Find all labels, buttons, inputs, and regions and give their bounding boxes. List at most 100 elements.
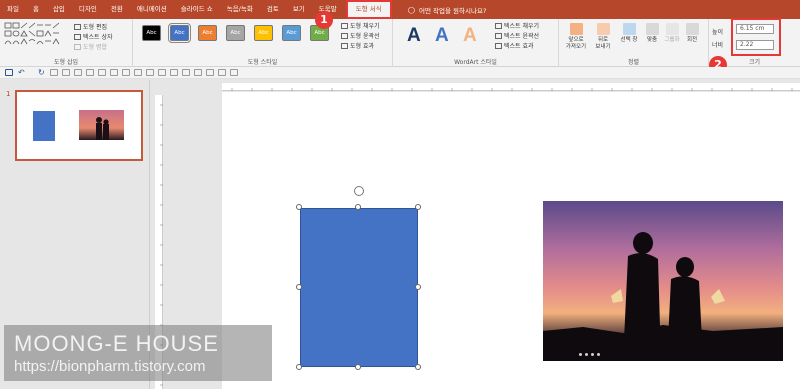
merge-shapes-icon xyxy=(74,43,81,50)
save-icon[interactable] xyxy=(5,69,13,76)
selection-pane-button[interactable]: 선택 창 xyxy=(617,23,641,44)
shape-style-preset-black[interactable]: Abc xyxy=(142,25,161,41)
tab-shape-format[interactable]: 도형 서식 xyxy=(345,0,392,19)
shape-fill-button[interactable]: 도형 채우기 xyxy=(341,21,380,30)
resize-handle-top[interactable] xyxy=(355,204,361,210)
shape-style-preset-orange[interactable]: Abc xyxy=(198,25,217,41)
group-label-shape-styles: 도형 스타일 xyxy=(247,59,278,66)
qat-icon-15[interactable] xyxy=(182,69,190,76)
qat-icon-16[interactable] xyxy=(194,69,202,76)
text-outline-button[interactable]: 텍스트 윤곽선 xyxy=(495,31,539,40)
start-slideshow-icon[interactable] xyxy=(50,69,58,76)
tab-transitions[interactable]: 전환 xyxy=(104,0,130,19)
group-arrange: 앞으로 가져오기 뒤로 보내기 선택 창 맞춤 그룹화 회전 정렬 xyxy=(559,19,709,67)
height-label: 높이 xyxy=(712,29,724,36)
group-label-arrange: 정렬 xyxy=(627,59,640,66)
resize-handle-bottom[interactable] xyxy=(355,364,361,370)
edit-shape-icon xyxy=(74,23,81,30)
edit-shape-button[interactable]: 도형 편집 xyxy=(74,22,107,31)
qat-icon-8[interactable] xyxy=(98,69,106,76)
resize-handle-bottom-right[interactable] xyxy=(415,364,421,370)
shape-style-preset-blue[interactable]: Abc xyxy=(168,23,191,43)
step-badge-1: 1 xyxy=(315,11,333,29)
group-label-wordart: WordArt 스타일 xyxy=(454,59,497,66)
bring-forward-button[interactable]: 앞으로 가져오기 xyxy=(563,23,589,51)
shape-outline-button[interactable]: 도형 윤곽선 xyxy=(341,31,380,40)
watermark: MOONG-E HOUSE https://bionpharm.tistory.… xyxy=(4,325,272,381)
shape-style-preset-gold[interactable]: Abc xyxy=(254,25,273,41)
effects-icon xyxy=(341,42,348,49)
text-fill-button[interactable]: 텍스트 채우기 xyxy=(495,21,539,30)
slide-thumbnail-1[interactable] xyxy=(15,90,143,161)
group-icon xyxy=(665,23,679,35)
ribbon-tab-bar: 파일 홈 삽입 디자인 전환 애니메이션 슬라이드 쇼 녹음/녹화 검토 보기 … xyxy=(0,0,800,19)
tab-slideshow[interactable]: 슬라이드 쇼 xyxy=(174,0,220,19)
group-insert-shapes: 도형 편집 텍스트 상자 도형 병합 도형 삽입 xyxy=(0,19,133,67)
tab-recording[interactable]: 녹음/녹화 xyxy=(220,0,260,19)
merge-shapes-button[interactable]: 도형 병합 xyxy=(74,42,107,51)
group-wordart: A A A 텍스트 채우기 텍스트 윤곽선 텍스트 효과 WordArt 스타일 xyxy=(393,19,559,67)
qat-icon-12[interactable] xyxy=(146,69,154,76)
sunset-couple-photo[interactable] xyxy=(543,201,783,361)
blue-rectangle-shape[interactable] xyxy=(300,208,418,367)
resize-handle-top-right[interactable] xyxy=(415,204,421,210)
slide-number: 1 xyxy=(6,90,11,98)
text-outline-icon xyxy=(495,32,502,39)
size-highlight-box xyxy=(731,18,781,56)
resize-handle-top-left[interactable] xyxy=(296,204,302,210)
selection-pane-icon xyxy=(622,23,636,35)
qat-icon-14[interactable] xyxy=(170,69,178,76)
redo-icon[interactable]: ↻ xyxy=(38,69,46,77)
ribbon: 도형 편집 텍스트 상자 도형 병합 도형 삽입 Abc Abc Abc Abc… xyxy=(0,19,800,67)
undo-icon[interactable]: ↶ xyxy=(18,69,26,77)
bring-forward-icon xyxy=(569,23,583,35)
shapes-gallery[interactable] xyxy=(4,22,70,46)
resize-handle-right[interactable] xyxy=(415,284,421,290)
send-backward-button[interactable]: 뒤로 보내기 xyxy=(591,23,615,51)
qat-icon-9[interactable] xyxy=(110,69,118,76)
qat-icon-6[interactable] xyxy=(74,69,82,76)
wordart-style-blue[interactable]: A xyxy=(435,25,449,47)
rotate-icon xyxy=(685,23,699,35)
width-label: 너비 xyxy=(712,42,724,49)
resize-handle-bottom-left[interactable] xyxy=(296,364,302,370)
shape-style-preset-lightblue[interactable]: Abc xyxy=(282,25,301,41)
shape-style-preset-gray[interactable]: Abc xyxy=(226,25,245,41)
qat-icon-5[interactable] xyxy=(62,69,70,76)
text-effects-icon xyxy=(495,42,502,49)
tab-view[interactable]: 보기 xyxy=(286,0,312,19)
shape-effects-button[interactable]: 도형 효과 xyxy=(341,41,374,50)
qat-icon-10[interactable] xyxy=(122,69,130,76)
tab-animations[interactable]: 애니메이션 xyxy=(130,0,174,19)
tab-review[interactable]: 검토 xyxy=(260,0,286,19)
watermark-title: MOONG-E HOUSE xyxy=(14,331,219,356)
wordart-style-dark[interactable]: A xyxy=(407,25,421,47)
text-box-button[interactable]: 텍스트 상자 xyxy=(74,32,113,41)
tab-design[interactable]: 디자인 xyxy=(72,0,104,19)
send-backward-icon xyxy=(596,23,610,35)
qat-icon-7[interactable] xyxy=(86,69,94,76)
rotate-button[interactable]: 회전 xyxy=(683,23,701,44)
group-label-insert-shapes: 도형 삽입 xyxy=(54,59,78,66)
resize-handle-left[interactable] xyxy=(296,284,302,290)
qat-icon-18[interactable] xyxy=(218,69,226,76)
qat-icon-13[interactable] xyxy=(158,69,166,76)
wordart-style-peach[interactable]: A xyxy=(463,25,477,47)
tab-file[interactable]: 파일 xyxy=(0,0,26,19)
tell-me-box[interactable]: ◯ 어떤 작업을 원하시나요? xyxy=(394,5,487,15)
qat-icon-11[interactable] xyxy=(134,69,142,76)
pen-icon xyxy=(341,32,348,39)
text-fill-icon xyxy=(495,22,502,29)
group-shape-styles: Abc Abc Abc Abc Abc Abc Abc 도형 채우기 도형 윤곽… xyxy=(133,19,393,67)
align-button[interactable]: 맞춤 xyxy=(643,23,661,44)
qat-icon-17[interactable] xyxy=(206,69,214,76)
tab-insert[interactable]: 삽입 xyxy=(46,0,72,19)
align-icon xyxy=(645,23,659,35)
text-effects-button[interactable]: 텍스트 효과 xyxy=(495,41,534,50)
qat-icon-19[interactable] xyxy=(230,69,238,76)
tab-home[interactable]: 홈 xyxy=(26,0,46,19)
rotate-handle-icon[interactable] xyxy=(354,186,364,196)
thumbnail-photo xyxy=(79,110,124,140)
group-button[interactable]: 그룹화 xyxy=(663,23,681,44)
text-box-icon xyxy=(74,33,81,40)
